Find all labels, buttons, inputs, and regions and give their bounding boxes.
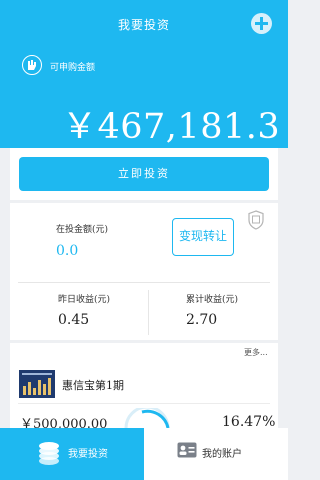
tab-bar: 我要投资 我的账户 <box>0 428 288 480</box>
coins-icon <box>39 442 59 465</box>
tab-invest[interactable]: 我要投资 <box>0 428 144 480</box>
progress-ring <box>124 408 170 429</box>
product-name: 惠信宝第1期 <box>62 379 124 392</box>
cumulative-earnings-label: 累计收益(元) <box>186 295 239 305</box>
plus-icon[interactable] <box>251 13 272 34</box>
invested-label: 在投金额(元) <box>56 225 109 235</box>
summary-card <box>10 203 278 340</box>
tab-account[interactable]: 我的账户 <box>144 428 288 480</box>
hand-glyph <box>28 60 36 70</box>
invested-value: 0.0 <box>56 243 79 259</box>
tab-invest-label: 我要投资 <box>68 449 108 460</box>
summary-divider <box>18 282 270 283</box>
transfer-button[interactable]: 变现转让 <box>172 218 234 256</box>
available-amount-label: 可申购金额 <box>50 63 96 73</box>
hand-icon <box>22 55 42 75</box>
more-link[interactable]: 更多... <box>244 347 268 358</box>
invest-now-button[interactable]: 立即投资 <box>19 157 269 191</box>
summary-divider-vertical <box>148 290 149 335</box>
page-title: 我要投资 <box>117 18 170 32</box>
shield-icon <box>248 210 264 230</box>
bar-chart-thumbnail <box>19 370 55 398</box>
tab-account-label: 我的账户 <box>202 449 242 460</box>
product-thumbnail <box>19 370 55 398</box>
cumulative-earnings-value: 2.70 <box>186 312 218 328</box>
yesterday-earnings-label: 昨日收益(元) <box>58 295 111 305</box>
yesterday-earnings-value: 0.45 <box>58 312 90 328</box>
available-amount: ￥467,181.3 <box>62 107 281 147</box>
id-card-icon <box>177 442 197 458</box>
product-divider <box>18 403 270 404</box>
